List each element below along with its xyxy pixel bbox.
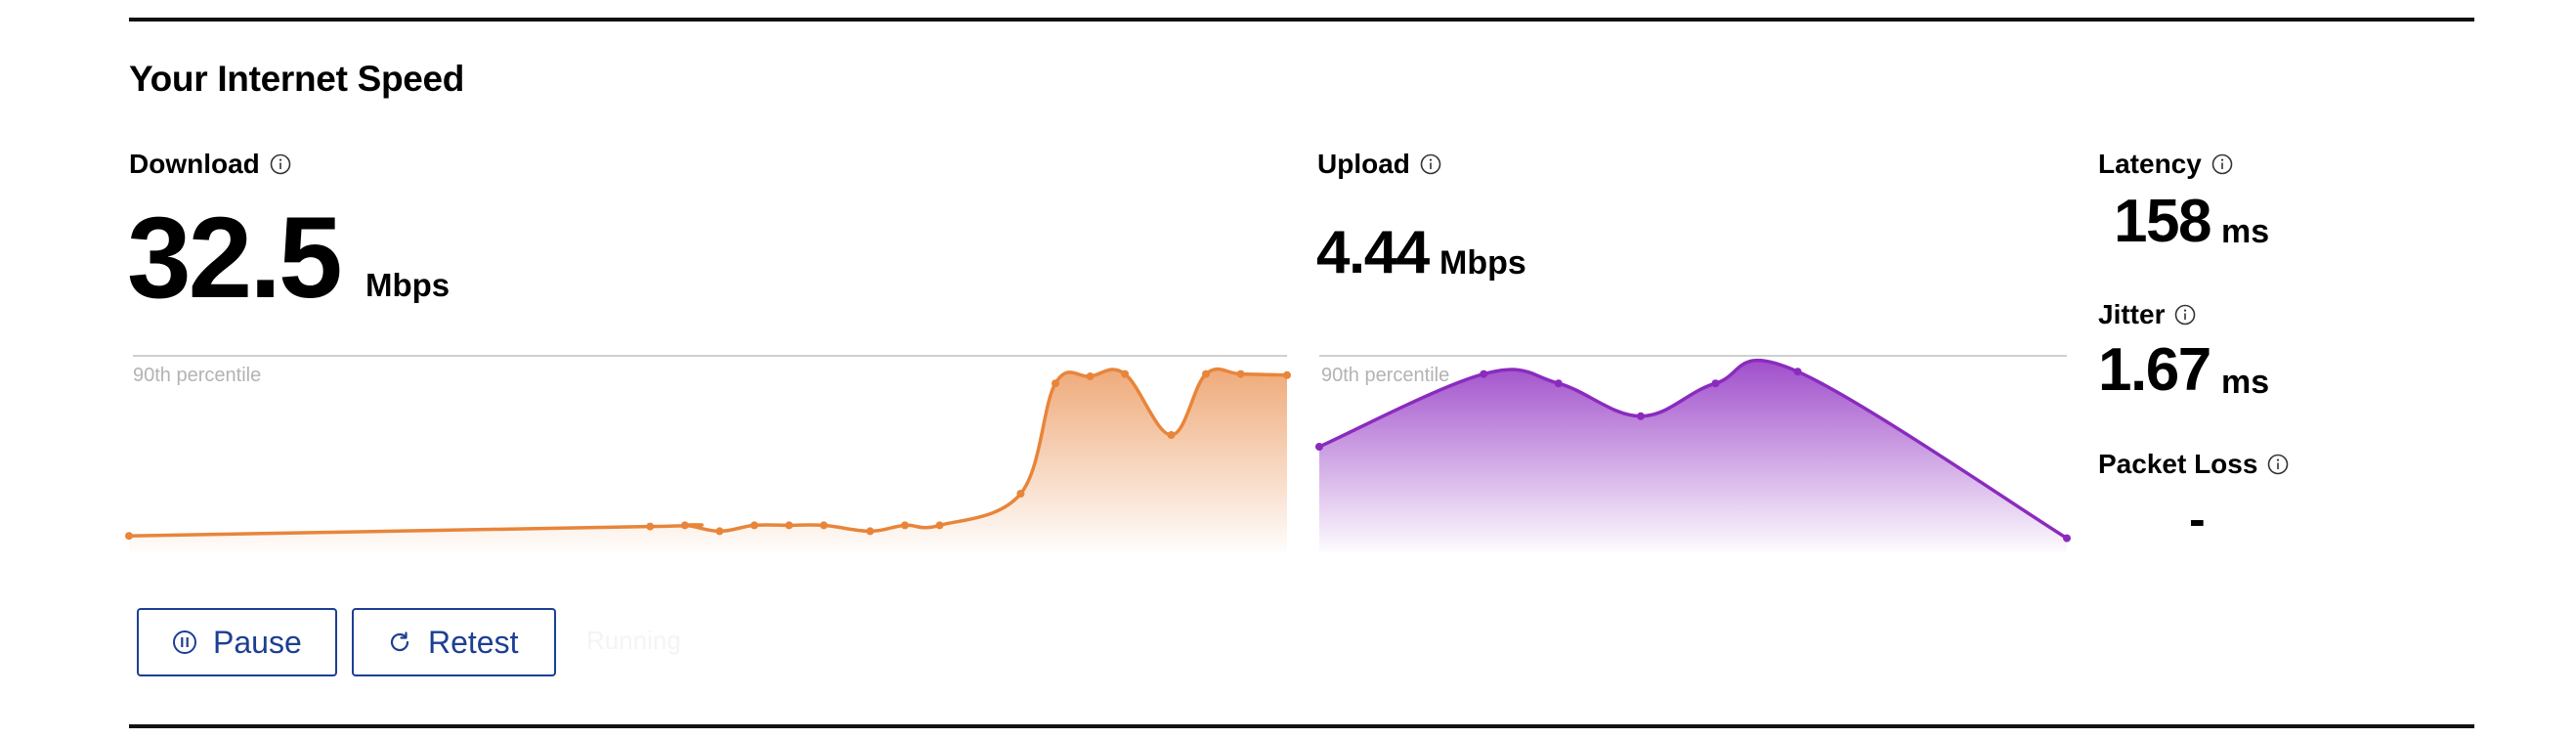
retest-button-label: Retest bbox=[428, 624, 519, 660]
upload-data-point bbox=[1315, 443, 1323, 451]
upload-percentile-label: 90th percentile bbox=[1321, 365, 1449, 386]
info-icon[interactable] bbox=[2211, 153, 2233, 175]
download-data-point bbox=[1202, 370, 1211, 378]
info-icon[interactable] bbox=[2174, 304, 2196, 326]
download-value: 32.5 bbox=[127, 194, 343, 323]
download-data-point bbox=[750, 521, 758, 530]
upload-chart: 90th percentile bbox=[1315, 355, 2071, 552]
page-title: Your Internet Speed bbox=[129, 59, 465, 99]
retest-button[interactable]: Retest bbox=[352, 608, 556, 676]
upload-data-point bbox=[1711, 379, 1720, 388]
pause-button-label: Pause bbox=[213, 624, 302, 660]
download-data-point bbox=[646, 522, 655, 531]
upload-label-text: Upload bbox=[1317, 149, 1410, 179]
refresh-icon bbox=[390, 631, 409, 652]
upload-label: Upload bbox=[1317, 149, 1441, 180]
upload-value: 4.44 bbox=[1316, 219, 1430, 286]
download-data-point bbox=[820, 521, 828, 530]
download-label: Download bbox=[129, 149, 291, 180]
download-data-point bbox=[1167, 431, 1176, 439]
pause-button[interactable]: Pause bbox=[137, 608, 337, 676]
upload-data-point bbox=[1793, 368, 1802, 376]
download-data-point bbox=[1121, 370, 1130, 378]
download-data-point bbox=[1086, 372, 1095, 380]
download-data-point bbox=[680, 521, 689, 530]
status-text: Running bbox=[586, 626, 681, 655]
download-percentile-label: 90th percentile bbox=[133, 365, 261, 386]
packet-loss-label-text: Packet Loss bbox=[2098, 449, 2258, 479]
info-icon[interactable] bbox=[2267, 454, 2289, 475]
download-data-point bbox=[935, 521, 944, 530]
top-divider bbox=[129, 18, 2474, 22]
latency-label: Latency bbox=[2098, 149, 2233, 180]
download-data-point bbox=[1052, 379, 1059, 388]
download-data-point bbox=[785, 521, 794, 530]
download-chart: 90th percentile bbox=[125, 355, 1291, 552]
download-unit: Mbps bbox=[365, 267, 451, 303]
download-data-point bbox=[1016, 490, 1025, 498]
latency-label-text: Latency bbox=[2098, 149, 2202, 179]
download-data-point bbox=[1236, 370, 1245, 378]
jitter-value: 1.67 bbox=[2098, 336, 2211, 404]
upload-data-point bbox=[1554, 379, 1563, 388]
download-area bbox=[129, 369, 1287, 552]
packet-loss-label: Packet Loss bbox=[2098, 449, 2289, 480]
upload-area bbox=[1319, 360, 2067, 552]
jitter-unit: ms bbox=[2221, 364, 2270, 401]
bottom-divider bbox=[129, 724, 2474, 728]
upload-data-point bbox=[2063, 534, 2071, 543]
upload-unit: Mbps bbox=[1439, 244, 1526, 282]
download-label-text: Download bbox=[129, 149, 260, 179]
jitter-label-text: Jitter bbox=[2098, 299, 2166, 329]
upload-data-point bbox=[1636, 412, 1645, 420]
latency-unit: ms bbox=[2221, 213, 2270, 250]
download-data-point bbox=[125, 532, 133, 541]
latency-value: 158 bbox=[2114, 188, 2211, 255]
pause-icon bbox=[173, 630, 196, 654]
download-data-point bbox=[900, 521, 909, 530]
jitter-label: Jitter bbox=[2098, 299, 2196, 330]
download-data-point bbox=[866, 527, 875, 536]
info-icon[interactable] bbox=[270, 153, 291, 175]
packet-loss-value: - bbox=[2189, 492, 2206, 546]
upload-data-point bbox=[1480, 370, 1488, 378]
info-icon[interactable] bbox=[1420, 153, 1441, 175]
download-data-point bbox=[1283, 370, 1291, 379]
download-data-point bbox=[715, 527, 724, 536]
